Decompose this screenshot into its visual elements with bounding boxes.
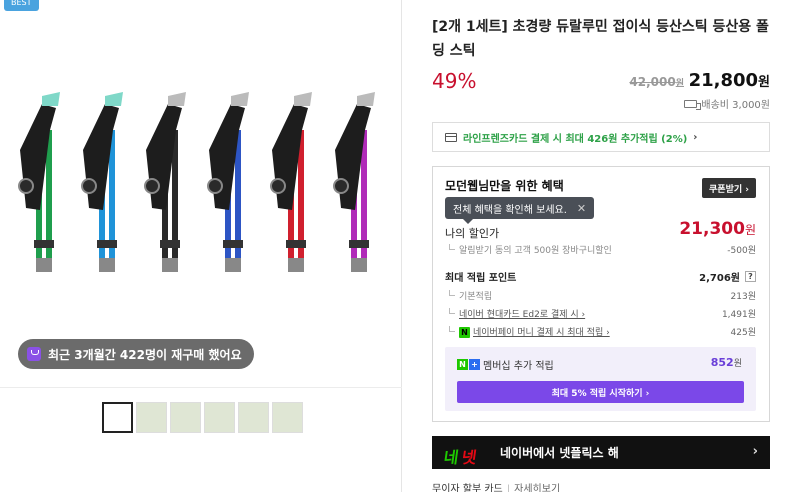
membership-box: N + 멤버십 추가 적립 852원 최대 5% 적립 시작하기 › xyxy=(445,347,756,411)
naver-plus-icon: N + xyxy=(457,359,480,370)
benefit-tooltip: 전체 혜택을 확인해 보세요. ✕ xyxy=(445,197,595,224)
trekking-pole-4 xyxy=(207,92,249,272)
card-benefit-banner[interactable]: 라인프렌즈카드 결제 시 최대 426원 추가적립 (2%) › xyxy=(432,122,770,152)
trekking-pole-5 xyxy=(270,92,312,272)
membership-value-number: 852 xyxy=(710,356,734,369)
point-row-value: 1,491원 xyxy=(721,310,756,320)
thumbnail-4[interactable] xyxy=(204,402,235,433)
point-row-hyundai-card[interactable]: 네이버 현대카드 Ed2로 결제 시 › 1,491원 xyxy=(445,307,756,320)
point-row-basic: 기본적립 213원 xyxy=(445,289,756,302)
my-discount-label: 나의 할인가 xyxy=(445,227,500,240)
point-row-value: 425원 xyxy=(730,328,756,338)
logo-netflix-part: 넷 xyxy=(460,447,478,467)
discount-row-notify: 알림받기 동의 고객 500원 장바구니할인 -500원 xyxy=(445,243,756,256)
discount-row-label: 알림받기 동의 고객 500원 장바구니할인 xyxy=(445,243,612,256)
repurchase-info-pill: 최근 3개월간 422명이 재구매 했어요 xyxy=(18,339,254,369)
npay-money-label-wrap: N 네이버페이 머니 결제 시 최대 적립 › xyxy=(445,325,610,338)
trekking-pole-3 xyxy=(144,92,186,272)
max-points-value: 2,706원 xyxy=(699,273,740,284)
trekking-poles-image xyxy=(18,92,375,272)
my-discount-price-unit: 원 xyxy=(744,223,756,237)
point-row-value: 213원 xyxy=(730,292,756,302)
coupon-button[interactable]: 쿠폰받기 › xyxy=(702,178,756,198)
point-row-label: 기본적립 xyxy=(445,289,492,302)
thumbnail-6[interactable] xyxy=(272,402,303,433)
logo-naver-part: 네 xyxy=(442,447,460,467)
discount-row-value: -500원 xyxy=(727,246,756,256)
original-price: 42,000원 xyxy=(629,75,684,89)
shipping-fee: 배송비 3,000원 xyxy=(684,96,770,111)
thumbnail-5[interactable] xyxy=(238,402,269,433)
max-points-value-wrap: 2,706원 ? xyxy=(699,269,756,284)
trekking-pole-2 xyxy=(81,92,123,272)
help-icon[interactable]: ? xyxy=(745,271,756,282)
installment-detail-link[interactable]: 자세히보기 xyxy=(514,484,560,492)
discount-rate: 49% xyxy=(432,69,477,93)
member-benefit-box: 모던웹님만을 위한 혜택 쿠폰받기 › 전체 혜택을 확인해 보세요. ✕ 나의… xyxy=(432,166,770,422)
close-icon[interactable]: ✕ xyxy=(577,202,586,215)
sale-price-value: 21,800 xyxy=(688,70,759,91)
point-row-npay-money[interactable]: N 네이버페이 머니 결제 시 최대 적립 › 425원 xyxy=(445,325,756,338)
installment-label: 무이자 할부 카드 xyxy=(432,484,503,492)
credit-card-icon xyxy=(445,132,457,142)
product-page: 최근 3개월간 422명이 재구매 했어요 BEST [2개 1세트] 초경량 … xyxy=(0,0,800,492)
membership-start-button[interactable]: 최대 5% 적립 시작하기 › xyxy=(457,381,744,403)
my-discount-price-value: 21,300 xyxy=(679,219,745,239)
original-price-unit: 원 xyxy=(675,79,684,89)
membership-label-text: 멤버십 추가 적립 xyxy=(483,361,554,372)
netflix-banner[interactable]: 네 넷 네이버에서 넷플릭스 해 › xyxy=(432,436,770,469)
hyundai-card-link[interactable]: 네이버 현대카드 Ed2로 결제 시 › xyxy=(445,307,585,320)
npay-icon: N xyxy=(459,327,470,338)
thumbnail-2[interactable] xyxy=(136,402,167,433)
thumbnail-1[interactable] xyxy=(102,402,133,433)
product-gallery: 최근 3개월간 422명이 재구매 했어요 BEST xyxy=(0,0,402,492)
member-benefit-title: 모던웹님만을 위한 혜택 xyxy=(445,179,564,193)
product-info-panel: [2개 1세트] 초경량 듀랄루민 접이식 등산스틱 등산용 폴딩 스틱 49%… xyxy=(432,0,770,492)
membership-label: N + 멤버십 추가 적립 xyxy=(457,357,554,372)
tooltip-text: 전체 혜택을 확인해 보세요. xyxy=(453,204,567,216)
max-points-row: 최대 적립 포인트 2,706원 ? xyxy=(445,269,756,284)
shopping-bag-icon xyxy=(27,347,41,361)
chevron-right-icon: › xyxy=(752,444,758,459)
truck-icon xyxy=(684,99,702,110)
membership-value: 852원 xyxy=(711,356,742,369)
netflix-banner-text: 네이버에서 넷플릭스 해 xyxy=(500,446,619,460)
npay-money-link[interactable]: 네이버페이 머니 결제 시 최대 적립 › xyxy=(473,328,610,338)
shipping-fee-text: 배송비 3,000원 xyxy=(701,100,770,111)
main-product-image[interactable]: 최근 3개월간 422명이 재구매 했어요 xyxy=(0,0,402,388)
thumbnail-3[interactable] xyxy=(170,402,201,433)
chevron-right-icon: › xyxy=(693,131,698,143)
original-price-value: 42,000 xyxy=(629,75,676,89)
membership-value-unit: 원 xyxy=(733,359,742,369)
naver-netflix-logo: 네 넷 xyxy=(442,441,486,467)
trekking-pole-1 xyxy=(18,92,60,272)
my-discount-price: 21,300원 xyxy=(679,219,756,239)
product-title: [2개 1세트] 초경량 듀랄루민 접이식 등산스틱 등산용 폴딩 스틱 xyxy=(432,19,769,59)
repurchase-info-text: 최근 3개월간 422명이 재구매 했어요 xyxy=(48,347,242,362)
sale-price-unit: 원 xyxy=(758,75,770,90)
sale-price: 21,800원 xyxy=(689,70,770,91)
card-benefit-text: 라인프렌즈카드 결제 시 최대 426원 추가적립 (2%) xyxy=(463,133,688,145)
best-badge: BEST xyxy=(4,0,39,11)
trekking-pole-6 xyxy=(333,92,375,272)
separator: | xyxy=(506,484,511,492)
max-points-label: 최대 적립 포인트 xyxy=(445,273,517,284)
thumbnail-strip xyxy=(102,402,303,433)
installment-info: 무이자 할부 카드 | 자세히보기 xyxy=(432,480,560,492)
